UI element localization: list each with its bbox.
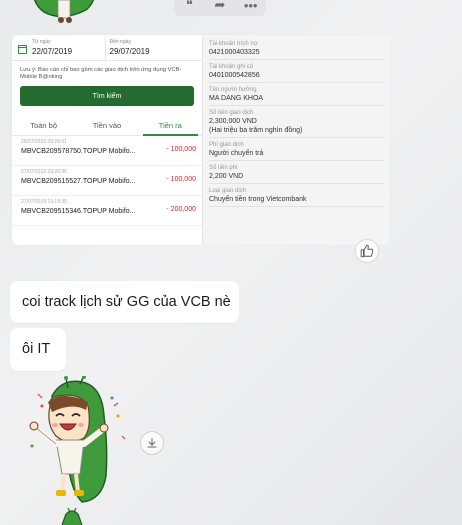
detail-field: Số tiền giao dịch 2,300,000 VND (Hai tri… [209, 106, 384, 138]
transaction-time: 27/07/2019 23:19:35 [21, 199, 67, 205]
detail-value-extra: (Hai triệu ba trăm nghìn đồng) [209, 127, 303, 134]
message-text: coi track lịch sử GG của VCB nè [22, 294, 231, 310]
detail-value: 0401000542856 [209, 72, 260, 79]
transaction-tabs: Toàn bộ Tiền vào Tiền ra [12, 116, 202, 136]
tab-money-in: Tiền vào [92, 121, 122, 130]
download-icon[interactable] [140, 431, 164, 455]
detail-label: Tài khoản trích nợ [209, 41, 258, 47]
detail-field: Số tiền phí 2,200 VND [209, 161, 384, 184]
detail-label: Phí giao dịch [209, 142, 244, 148]
detail-label: Số tiền phí [209, 165, 238, 171]
from-date-value: 22/07/2019 [32, 47, 73, 56]
thumbs-up-icon[interactable] [355, 239, 379, 263]
from-date: Từ ngày 22/07/2019 [18, 39, 105, 60]
detail-field: Phí giao dịch Người chuyển trả [209, 138, 384, 161]
more-icon[interactable]: ••• [241, 0, 261, 13]
transaction-amount: - 100,000 [166, 146, 196, 153]
sticker-cheering-character[interactable] [22, 376, 132, 508]
chat-message[interactable]: ôi IT [10, 328, 66, 371]
detail-field: Tên người hưởng MA DANG KHOA [209, 83, 384, 106]
to-date: Đến ngày 29/07/2019 [104, 39, 197, 60]
transaction-row: 29/07/2019 20:29:01 MBVCB209578750.TOPUP… [12, 136, 202, 166]
detail-label: Tài khoản ghi có [209, 64, 254, 70]
transaction-time: 27/07/2019 23:20:36 [21, 169, 67, 175]
message-actions-bar: ❝ ➦ ••• [174, 0, 266, 16]
transaction-history-panel: Từ ngày 22/07/2019 Đến ngày 29/07/2019 L… [12, 35, 202, 245]
report-note: Lưu ý: Báo cáo chỉ bao gồm các giao dịch… [20, 67, 182, 80]
transaction-row: 27/07/2019 23:19:35 MBVCB209515346.TOPUP… [12, 196, 202, 226]
to-date-label: Đến ngày [109, 39, 131, 45]
date-range: Từ ngày 22/07/2019 Đến ngày 29/07/2019 [12, 35, 202, 61]
transaction-time: 29/07/2019 20:29:01 [21, 139, 67, 145]
message-text: ôi IT [22, 341, 51, 357]
detail-value: Người chuyển trả [209, 150, 264, 157]
detail-label: Loại giao dịch [209, 188, 247, 194]
transaction-amount: - 200,000 [166, 206, 196, 213]
to-date-value: 29/07/2019 [109, 47, 150, 56]
thumbs-up-glyph [360, 244, 374, 258]
from-date-label: Từ ngày [32, 39, 51, 45]
detail-value: 2,200 VND [209, 173, 244, 180]
download-glyph [147, 438, 157, 448]
detail-label: Tên người hưởng [209, 87, 257, 93]
calendar-icon [18, 45, 27, 54]
transaction-detail-panel: Tài khoản trích nợ 0421000403325 Tài kho… [202, 35, 390, 245]
quote-icon[interactable]: ❝ [179, 0, 199, 13]
detail-value: Chuyển tiền trong Vietcombank [209, 196, 307, 203]
search-button: Tìm kiếm [20, 86, 194, 106]
tab-all: Toàn bộ [30, 121, 58, 130]
detail-field: Tài khoản trích nợ 0421000403325 [209, 37, 384, 60]
detail-value: 2,300,000 VND [209, 118, 257, 125]
sticker-partial-top [33, 0, 95, 23]
chat-message[interactable]: coi track lịch sử GG của VCB nè [10, 281, 239, 323]
detail-field: Tài khoản ghi có 0401000542856 [209, 60, 384, 83]
transaction-amount: - 100,000 [166, 176, 196, 183]
forward-icon[interactable]: ➦ [210, 0, 230, 13]
transaction-row: 27/07/2019 23:20:36 MBVCB209515527.TOPUP… [12, 166, 202, 196]
tab-money-out: Tiền ra [139, 116, 202, 136]
detail-label: Số tiền giao dịch [209, 110, 254, 116]
detail-value: MA DANG KHOA [209, 95, 264, 102]
detail-value: 0421000403325 [209, 49, 260, 56]
shared-image-bank-statement[interactable]: Từ ngày 22/07/2019 Đến ngày 29/07/2019 L… [12, 35, 390, 245]
detail-field: Loại giao dịch Chuyển tiền trong Vietcom… [209, 184, 384, 207]
sticker-partial-bottom [61, 508, 83, 525]
